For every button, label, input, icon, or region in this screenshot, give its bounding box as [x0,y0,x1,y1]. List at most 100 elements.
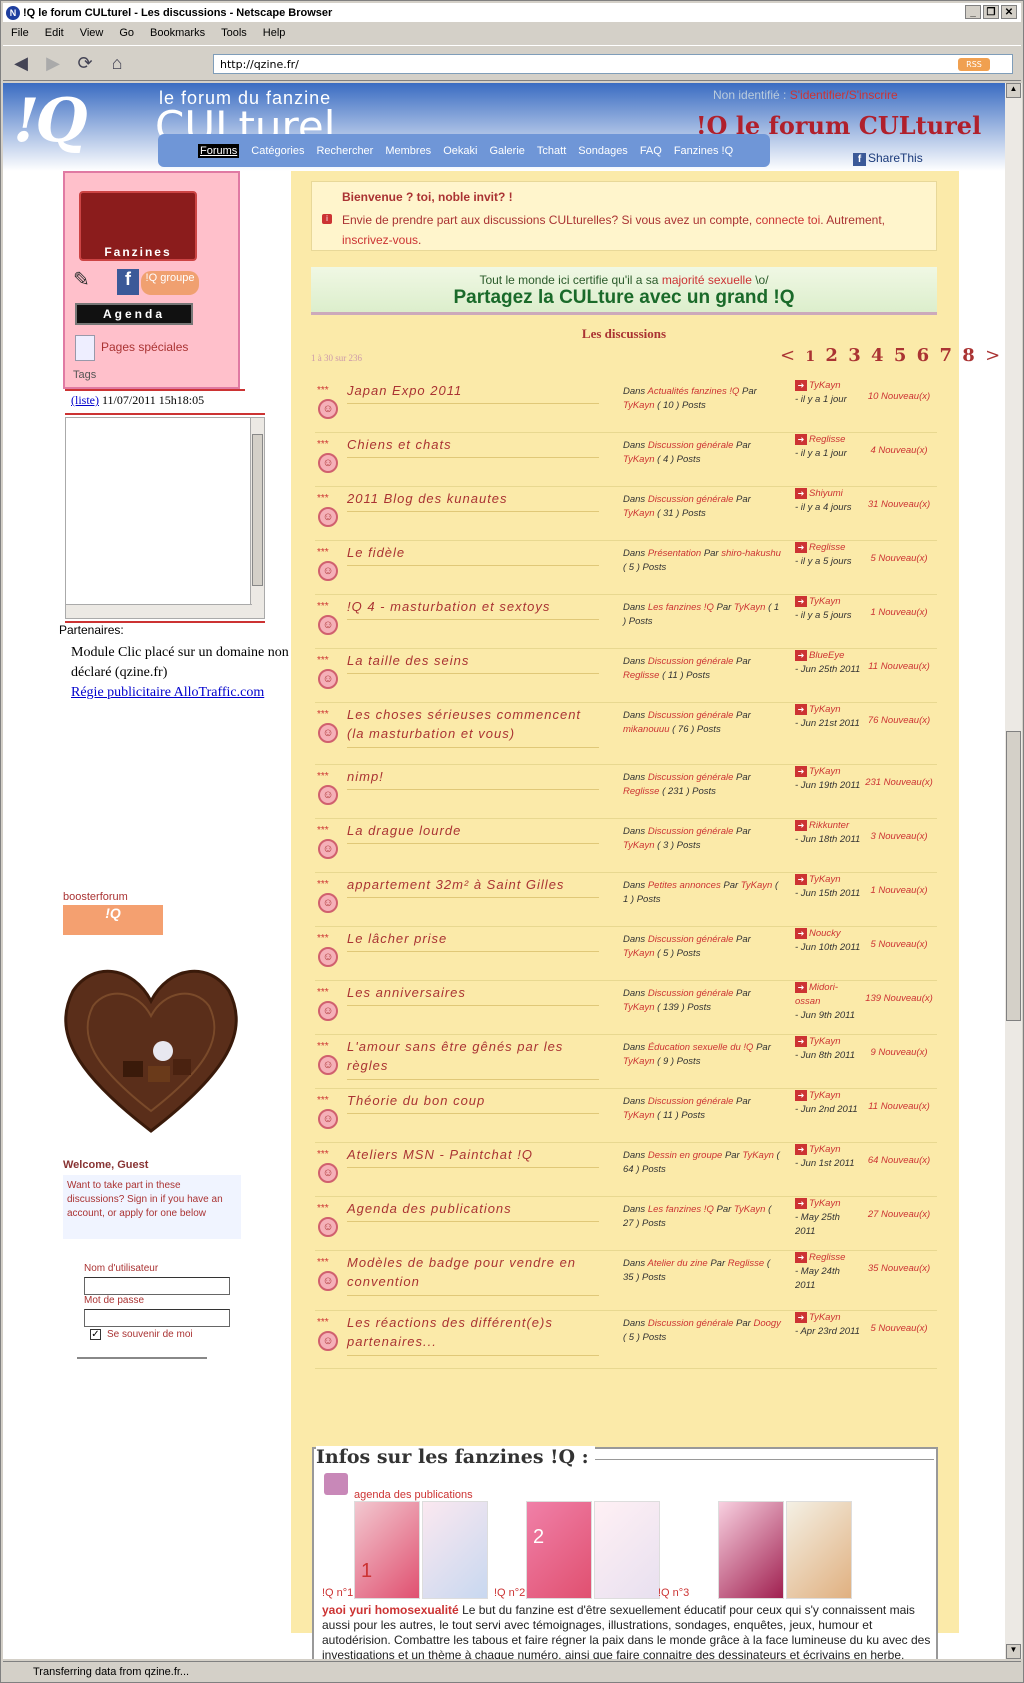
page-4[interactable]: 4 [871,345,884,366]
last-post-user[interactable]: Noucky [809,928,841,939]
topic-category[interactable]: Discussion générale [648,988,734,999]
topic-title[interactable]: Le lâcher prise [347,929,597,948]
page-prev[interactable]: < [780,345,795,366]
cover-q2-back[interactable] [594,1501,660,1599]
arrow-right-icon[interactable]: ➜ [795,704,807,715]
topic-category[interactable]: Discussion générale [648,656,734,667]
topic-title[interactable]: Le fidèle [347,543,597,562]
topic-title[interactable]: Les anniversaires [347,983,597,1002]
new-count[interactable]: 76 Nouveau(x) [863,715,935,726]
chat-scrollbar[interactable] [250,418,264,618]
last-post-user[interactable]: TyKayn [809,1198,841,1209]
last-post-user[interactable]: BlueEye [809,650,844,661]
new-count[interactable]: 231 Nouveau(x) [863,777,935,788]
login-link[interactable]: S'identifier/S'inscrire [790,88,898,102]
topic-author[interactable]: TyKayn [623,400,655,411]
topic-category[interactable]: Actualités fanzines !Q [647,386,739,397]
new-count[interactable]: 11 Nouveau(x) [863,661,935,672]
nav-categories[interactable]: Catégories [251,145,304,157]
minimize-button[interactable]: _ [965,5,981,19]
menu-view[interactable]: View [80,27,104,39]
share-this-button[interactable]: f ShareThis [853,151,923,166]
page-3[interactable]: 3 [848,345,861,366]
last-post-user[interactable]: TyKayn [809,1312,841,1323]
topic-title[interactable]: La drague lourde [347,821,597,840]
nav-chat[interactable]: Tchatt [537,145,566,157]
page-6[interactable]: 6 [917,345,930,366]
cover-label-1[interactable]: !Q n°1 [322,1587,353,1599]
topic-author[interactable]: TyKayn [734,602,766,613]
menu-file[interactable]: File [11,27,29,39]
topic-title[interactable]: Modèles de badge pour vendre en conventi… [347,1253,597,1291]
agenda-link[interactable]: agenda des publications [354,1489,473,1501]
nav-members[interactable]: Membres [385,145,431,157]
last-post-user[interactable]: TyKayn [809,1144,841,1155]
topic-category[interactable]: Discussion générale [648,440,734,451]
topic-author[interactable]: Reglisse [728,1258,764,1269]
tags-line[interactable]: yaoi yuri homosexualité [322,1603,459,1617]
cover-q1-back[interactable] [422,1501,488,1599]
facebook-icon[interactable]: f [117,269,139,295]
topic-author[interactable]: TyKayn [742,1150,774,1161]
arrow-right-icon[interactable]: ➜ [795,650,807,661]
menu-help[interactable]: Help [263,27,286,39]
cover-q1[interactable]: 1 [354,1501,420,1599]
login-button[interactable] [77,1355,207,1359]
password-input[interactable] [84,1309,230,1327]
topic-title[interactable]: nimp! [347,767,597,786]
topic-author[interactable]: mikanouuu [623,724,669,735]
topic-title[interactable]: Chiens et chats [347,435,597,454]
topic-author[interactable]: TyKayn [623,948,655,959]
new-count[interactable]: 5 Nouveau(x) [863,939,935,950]
page-8[interactable]: 8 [962,345,975,366]
pencil-icon[interactable]: ✎ [73,267,103,293]
topic-title[interactable]: Ateliers MSN - Paintchat !Q [347,1145,597,1164]
new-count[interactable]: 1 Nouveau(x) [863,885,935,896]
home-icon[interactable]: ⌂ [103,50,131,76]
register-link[interactable]: inscrivez-vous [342,233,418,247]
scroll-up-button[interactable]: ▲ [1006,83,1021,98]
new-count[interactable]: 10 Nouveau(x) [863,391,935,402]
back-icon[interactable]: ◀ [7,50,35,76]
booster-logo[interactable]: !Q [63,905,163,935]
topic-category[interactable]: Discussion générale [648,1096,734,1107]
new-count[interactable]: 5 Nouveau(x) [863,1323,935,1334]
nav-polls[interactable]: Sondages [578,145,628,157]
page-7[interactable]: 7 [939,345,952,366]
maximize-button[interactable]: ❐ [983,5,999,19]
new-count[interactable]: 31 Nouveau(x) [863,499,935,510]
last-post-user[interactable]: TyKayn [809,766,841,777]
last-post-user[interactable]: TyKayn [809,874,841,885]
topic-title[interactable]: appartement 32m² à Saint Gilles [347,875,597,894]
topic-author[interactable]: TyKayn [734,1204,766,1215]
agenda-button[interactable]: Agenda [75,303,193,325]
topic-category[interactable]: Atelier du zine [647,1258,707,1269]
arrow-right-icon[interactable]: ➜ [795,542,807,553]
last-post-user[interactable]: Reglisse [809,1252,845,1263]
new-count[interactable]: 139 Nouveau(x) [863,993,935,1004]
nav-forums[interactable]: Forums [198,143,240,158]
arrow-right-icon[interactable]: ➜ [795,1198,807,1209]
topic-author[interactable]: TyKayn [623,1110,655,1121]
last-post-user[interactable]: TyKayn [809,704,841,715]
new-count[interactable]: 4 Nouveau(x) [863,445,935,456]
last-post-user[interactable]: TyKayn [809,1090,841,1101]
new-count[interactable]: 64 Nouveau(x) [863,1155,935,1166]
last-post-user[interactable]: TyKayn [809,1036,841,1047]
topic-author[interactable]: TyKayn [623,840,655,851]
arrow-right-icon[interactable]: ➜ [795,982,807,993]
arrow-right-icon[interactable]: ➜ [795,596,807,607]
page-5[interactable]: 5 [894,345,907,366]
arrow-right-icon[interactable]: ➜ [795,874,807,885]
topic-category[interactable]: Présentation [648,548,701,559]
fanzines-button[interactable]: Fanzines [79,191,197,261]
cover-q3[interactable] [718,1501,784,1599]
last-post-user[interactable]: Shiyumi [809,488,843,499]
arrow-right-icon[interactable]: ➜ [795,820,807,831]
cover-q2[interactable]: 2 [526,1501,592,1599]
special-pages-link[interactable]: Pages spéciales [75,335,188,361]
arrow-right-icon[interactable]: ➜ [795,928,807,939]
site-logo[interactable]: !Q [13,91,143,151]
last-post-user[interactable]: Reglisse [809,542,845,553]
ad-link[interactable]: Régie publicitaire AlloTraffic.com [71,683,311,703]
